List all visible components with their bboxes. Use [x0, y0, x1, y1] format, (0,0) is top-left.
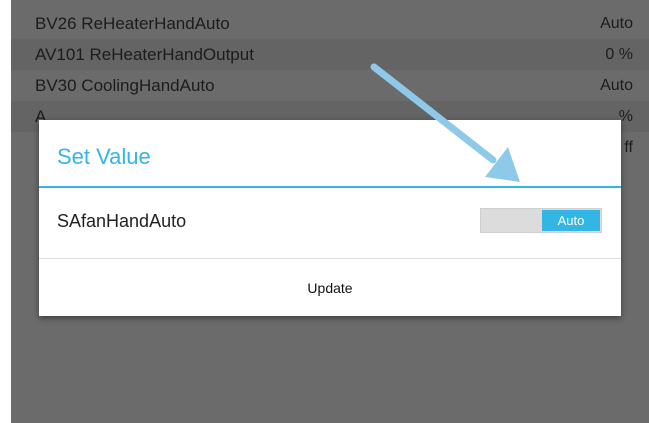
list-item[interactable]: BV26 ReHeaterHandAuto Auto: [11, 8, 649, 39]
title-divider: [39, 186, 621, 188]
hand-auto-toggle[interactable]: Auto: [480, 208, 602, 233]
update-button[interactable]: Update: [39, 259, 621, 316]
field-label: SAfanHandAuto: [57, 211, 187, 231]
list-item-name: BV30 CoolingHandAuto: [35, 75, 215, 95]
list-item-value: ff: [624, 138, 633, 156]
dialog-title: Set Value: [57, 144, 151, 169]
toggle-thumb: Auto: [542, 210, 600, 231]
list-item[interactable]: BV30 CoolingHandAuto Auto: [11, 70, 649, 101]
list-item[interactable]: AV101 ReHeaterHandOutput 0 %: [11, 39, 649, 70]
toggle-value-label: Auto: [557, 213, 585, 228]
list-item-name: BV26 ReHeaterHandAuto: [35, 13, 230, 33]
app-screen: BV26 ReHeaterHandAuto Auto AV101 ReHeate…: [11, 0, 649, 423]
list-item-name: AV101 ReHeaterHandOutput: [35, 44, 254, 64]
set-value-dialog: Set Value SAfanHandAuto Auto Update: [39, 120, 621, 316]
list-item-value: Auto: [600, 14, 633, 32]
list-item-value: 0 %: [605, 45, 633, 63]
list-item-value: Auto: [600, 76, 633, 94]
